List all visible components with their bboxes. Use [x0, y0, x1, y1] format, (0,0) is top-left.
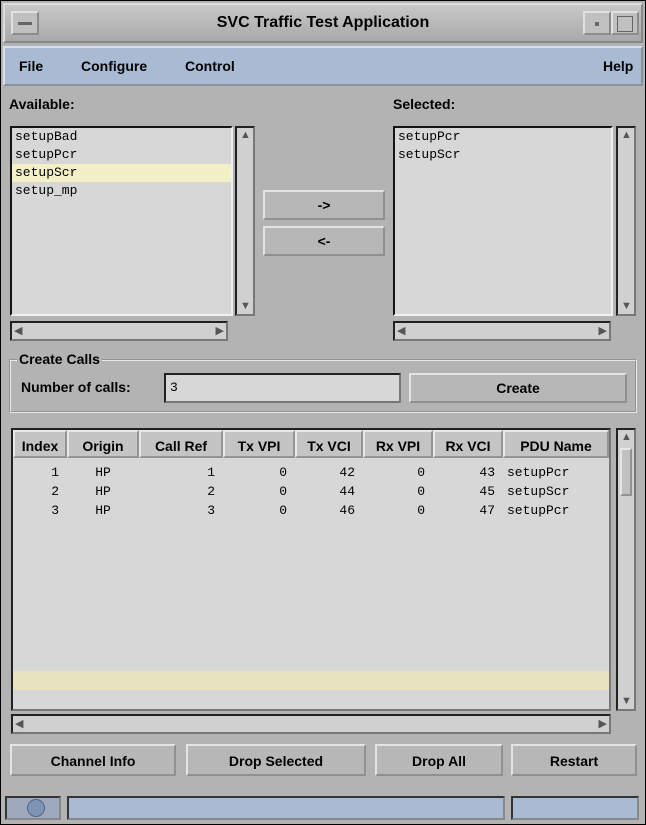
menu-bar: File Configure Control Help: [3, 46, 643, 86]
table-cell: 43: [479, 465, 495, 480]
create-calls-group: Create Calls Number of calls: 3 Create: [9, 351, 637, 413]
scroll-right-icon[interactable]: ▶: [599, 719, 607, 730]
table-cell: setupScr: [507, 484, 570, 499]
available-list[interactable]: setupBad setupPcr setupScr setup_mp: [10, 126, 233, 316]
maximize-button[interactable]: [611, 11, 639, 35]
table-cell: 47: [479, 503, 495, 518]
list-item[interactable]: setupBad: [12, 128, 231, 146]
create-button[interactable]: Create: [409, 373, 627, 403]
scroll-up-icon[interactable]: ▲: [621, 130, 632, 141]
scroll-up-icon[interactable]: ▲: [240, 130, 251, 141]
table-hscrollbar[interactable]: ◀ ▶: [11, 714, 611, 734]
scroll-left-icon[interactable]: ◀: [397, 326, 405, 337]
remove-from-selected-button[interactable]: <-: [263, 226, 385, 256]
table-row[interactable]: 1 HP 1 0 42 0 43 setupPcr: [13, 463, 609, 482]
table-cell: 0: [279, 503, 287, 518]
column-header[interactable]: Rx VCI: [433, 430, 503, 458]
restart-button[interactable]: Restart: [511, 744, 637, 776]
number-of-calls-label: Number of calls:: [21, 379, 131, 395]
scroll-left-icon[interactable]: ◀: [15, 719, 23, 730]
table-cell: 42: [339, 465, 355, 480]
selected-list[interactable]: setupPcr setupScr: [393, 126, 613, 316]
scroll-up-icon[interactable]: ▲: [621, 432, 632, 443]
number-of-calls-input[interactable]: 3: [164, 373, 401, 403]
table-cell: 0: [417, 484, 425, 499]
table-row-highlight[interactable]: [13, 671, 609, 690]
table-cell: setupPcr: [507, 465, 570, 480]
column-header[interactable]: Call Ref: [139, 430, 223, 458]
menu-file[interactable]: File: [19, 58, 43, 74]
table-cell: 0: [417, 465, 425, 480]
table-cell: 0: [279, 484, 287, 499]
table-row[interactable]: 3 HP 3 0 46 0 47 setupPcr: [13, 501, 609, 520]
table-cell: 2: [51, 484, 59, 499]
scroll-right-icon[interactable]: ▶: [599, 326, 607, 337]
table-cell: HP: [95, 484, 111, 499]
scroll-down-icon[interactable]: ▼: [621, 301, 632, 312]
scroll-right-icon[interactable]: ▶: [216, 326, 224, 337]
table-cell: HP: [95, 503, 111, 518]
table-cell: setupPcr: [507, 503, 570, 518]
list-item[interactable]: setupPcr: [395, 128, 611, 146]
table-cell: 1: [51, 465, 59, 480]
table-cell: 0: [417, 503, 425, 518]
column-header[interactable]: Origin: [67, 430, 139, 458]
app-window: SVC Traffic Test Application File Config…: [0, 0, 646, 825]
available-hscrollbar[interactable]: ◀ ▶: [10, 321, 228, 341]
column-header[interactable]: Rx VPI: [363, 430, 433, 458]
table-header: Index Origin Call Ref Tx VPI Tx VCI Rx VPI Rx …: [13, 430, 609, 458]
menu-control[interactable]: Control: [185, 58, 235, 74]
available-label: Available:: [9, 96, 75, 112]
table-row[interactable]: 2 HP 2 0 44 0 45 setupScr: [13, 482, 609, 501]
selected-label: Selected:: [393, 96, 456, 112]
menu-help[interactable]: Help: [603, 58, 633, 74]
title-bar[interactable]: SVC Traffic Test Application: [3, 3, 643, 43]
add-to-selected-button[interactable]: ->: [263, 190, 385, 220]
scroll-thumb[interactable]: [620, 448, 632, 496]
table-cell: 46: [339, 503, 355, 518]
status-globe-icon: [27, 799, 45, 817]
list-item[interactable]: setupScr: [395, 146, 611, 164]
table-cell: 2: [207, 484, 215, 499]
table-cell: 3: [207, 503, 215, 518]
table-cell: HP: [95, 465, 111, 480]
list-item[interactable]: setup_mp: [12, 182, 231, 200]
minimize-button[interactable]: [583, 11, 611, 35]
list-item[interactable]: setupPcr: [12, 146, 231, 164]
table-cell: 1: [207, 465, 215, 480]
status-message-field: [67, 796, 505, 820]
scroll-down-icon[interactable]: ▼: [621, 696, 632, 707]
scroll-down-icon[interactable]: ▼: [240, 301, 251, 312]
window-title: SVC Traffic Test Application: [216, 14, 430, 31]
status-secondary-field: [511, 796, 639, 820]
available-vscrollbar[interactable]: ▲ ▼: [235, 126, 255, 316]
column-header[interactable]: Index: [13, 430, 67, 458]
column-header[interactable]: PDU Name: [503, 430, 609, 458]
status-indicator: [5, 796, 61, 820]
table-cell: 44: [339, 484, 355, 499]
drop-all-button[interactable]: Drop All: [375, 744, 503, 776]
selected-hscrollbar[interactable]: ◀ ▶: [393, 321, 611, 341]
menu-configure[interactable]: Configure: [81, 58, 147, 74]
channel-info-button[interactable]: Channel Info: [10, 744, 176, 776]
scroll-left-icon[interactable]: ◀: [14, 326, 22, 337]
column-header[interactable]: Tx VPI: [223, 430, 295, 458]
create-calls-legend: Create Calls: [17, 351, 102, 367]
status-bar: [3, 791, 643, 823]
list-item[interactable]: setupScr: [12, 164, 231, 182]
table-cell: 3: [51, 503, 59, 518]
column-header[interactable]: Tx VCI: [295, 430, 363, 458]
table-vscrollbar[interactable]: ▲ ▼: [616, 428, 636, 711]
table-cell: 45: [479, 484, 495, 499]
drop-selected-button[interactable]: Drop Selected: [186, 744, 366, 776]
calls-table[interactable]: Index Origin Call Ref Tx VPI Tx VCI Rx VPI Rx …: [11, 428, 611, 711]
selected-vscrollbar[interactable]: ▲ ▼: [616, 126, 636, 316]
table-cell: 0: [279, 465, 287, 480]
